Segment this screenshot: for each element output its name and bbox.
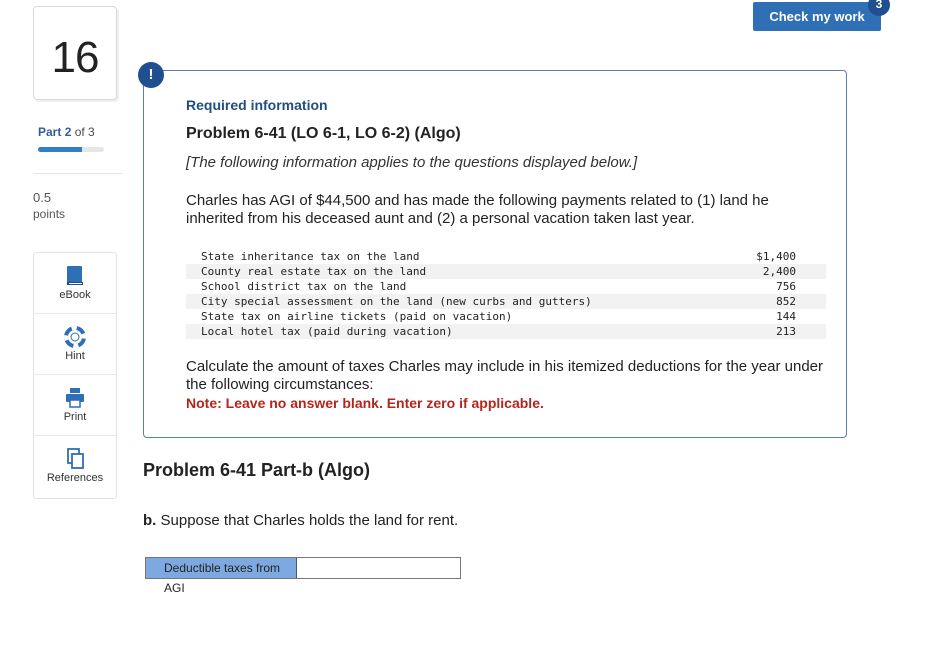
row-amount: 852 [732, 294, 826, 309]
book-icon [34, 265, 116, 287]
row-item: State inheritance tax on the land [201, 250, 420, 263]
question-number: 16 [51, 33, 100, 82]
print-button[interactable]: Print [34, 375, 116, 436]
points-display: 0.5 points [33, 190, 65, 222]
part-b-title: Problem 6-41 Part-b (Algo) [143, 460, 371, 480]
part-label: Part [38, 125, 62, 139]
row-amount: 144 [776, 310, 796, 323]
table-row: Local hotel tax (paid during vacation) 2… [186, 324, 826, 339]
documents-icon [34, 448, 116, 470]
deductible-taxes-input[interactable] [297, 558, 460, 578]
print-label: Print [63, 411, 87, 423]
answer-label: Deductible taxes from AGI [146, 558, 297, 595]
part-b-question: b. Suppose that Charles holds the land f… [143, 512, 458, 529]
part-of-total: of 3 [74, 125, 95, 139]
row-amount: 213 [732, 324, 826, 339]
row-item: School district tax on the land [201, 280, 407, 293]
answer-note: Note: Leave no answer blank. Enter zero … [186, 395, 544, 411]
part-progress-bar [38, 147, 104, 152]
points-unit: points [33, 207, 66, 221]
check-my-work-button[interactable]: Check my work [753, 2, 881, 31]
table-row: School district tax on the land 756 [186, 279, 826, 294]
ebook-button[interactable]: eBook [34, 253, 116, 314]
row-item: Local hotel tax (paid during vacation) [186, 324, 733, 339]
table-row: State tax on airline tickets (paid on va… [186, 309, 826, 324]
hint-button[interactable]: Hint [34, 314, 116, 375]
table-row: State inheritance tax on the land $1,400 [186, 249, 826, 264]
check-attempts-badge: 3 [868, 0, 890, 16]
answer-row: Deductible taxes from AGI [145, 557, 461, 595]
part-current: 2 [64, 125, 72, 139]
required-information-heading: Required information [186, 97, 328, 113]
part-progress-fill [38, 147, 83, 152]
alert-icon: ! [138, 62, 164, 88]
printer-icon [34, 387, 116, 409]
calculation-instructions: Calculate the amount of taxes Charles ma… [186, 358, 824, 393]
question-number-card: 16 [33, 6, 117, 100]
tax-payments-table: State inheritance tax on the land $1,400… [186, 249, 826, 339]
part-indicator: Part 2 of 3 [38, 125, 95, 139]
part-b-question-text: Suppose that Charles holds the land for … [160, 512, 459, 529]
hint-label: Hint [65, 350, 85, 362]
points-value: 0.5 [33, 190, 52, 205]
applies-note: [The following information applies to th… [186, 154, 638, 171]
part-b-prefix: b. [143, 512, 157, 529]
table-row: City special assessment on the land (new… [186, 294, 826, 309]
row-item: County real estate tax on the land [186, 264, 733, 279]
row-amount: 2,400 [732, 264, 826, 279]
ebook-label: eBook [59, 289, 91, 301]
table-row: County real estate tax on the land 2,400 [186, 264, 826, 279]
problem-description: Charles has AGI of $44,500 and has made … [186, 192, 769, 227]
lifebuoy-icon [34, 326, 116, 348]
row-amount: 756 [776, 280, 796, 293]
references-label: References [46, 472, 104, 484]
references-button[interactable]: References [34, 436, 116, 498]
row-amount: $1,400 [756, 250, 796, 263]
tools-panel: eBook Hint Print References [33, 252, 117, 499]
divider [33, 173, 123, 174]
row-item: State tax on airline tickets (paid on va… [201, 310, 513, 323]
problem-title: Problem 6-41 (LO 6-1, LO 6-2) (Algo) [186, 125, 461, 142]
row-item: City special assessment on the land (new… [186, 294, 733, 309]
